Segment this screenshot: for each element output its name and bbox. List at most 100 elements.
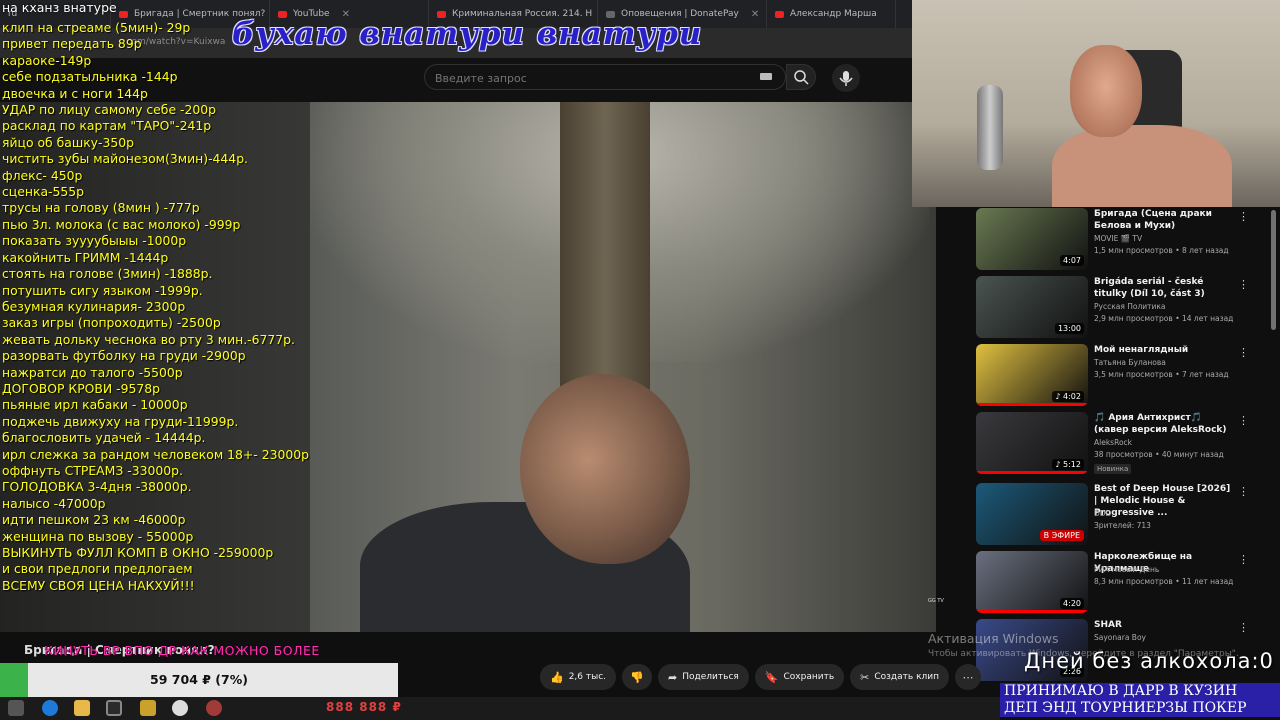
donation-price-list: клип на стреаме (5мин)- 29р привет переда… <box>2 20 309 594</box>
windows-activation-title: Активация Windows <box>928 631 1059 646</box>
share-button[interactable]: ➦ Поделиться <box>658 664 749 690</box>
donation-item: женщина по вызову - 55000р <box>2 528 194 544</box>
more-options-icon[interactable]: ⋮ <box>1238 485 1249 498</box>
save-label: Сохранить <box>783 672 835 682</box>
sidebar-scrollbar[interactable] <box>1271 210 1276 330</box>
more-actions-button[interactable]: ⋯ <box>955 664 982 690</box>
donation-item: какойнить ГРИММ -1444р <box>2 249 169 265</box>
taskbar-app-icon[interactable] <box>8 700 24 716</box>
donation-item: безумная кулинария- 2300р <box>2 298 186 314</box>
more-options-icon[interactable]: ⋮ <box>1238 553 1249 566</box>
video-thumbnail[interactable]: 4:20 <box>976 551 1088 613</box>
more-options-icon[interactable]: ⋮ <box>1238 278 1249 291</box>
save-button[interactable]: 🔖 Сохранить <box>754 664 845 690</box>
browser-tab[interactable]: Александр Марша <box>767 0 896 28</box>
video-meta: 1,5 млн просмотров • 8 лет назад <box>1094 246 1229 255</box>
recommended-video[interactable]: В ЭФИРЕ Best of Deep House [2026] | Melod… <box>976 483 1266 547</box>
webcam-microphone <box>977 85 1003 170</box>
video-meta: 8,3 млн просмотров • 11 лет назад <box>1094 577 1234 586</box>
video-thumbnail[interactable]: 4:07 <box>976 208 1088 270</box>
video-thumbnail[interactable]: В ЭФИРЕ <box>976 483 1088 545</box>
bookmark-icon: 🔖 <box>764 670 779 684</box>
search-icon <box>794 70 809 85</box>
channel-name[interactable]: DDD. <box>1094 509 1114 518</box>
video-thumbnail[interactable]: ♪ 4:02 <box>976 344 1088 406</box>
video-frame-person-head <box>520 374 690 564</box>
video-title: 🎵 Ария Антихрист🎵 (кавер версия AleksRoc… <box>1094 413 1227 435</box>
recommended-video[interactable]: 4:07 Бригада (Сцена драки Белова и Мухи) M… <box>976 208 1266 272</box>
youtube-icon <box>775 10 784 18</box>
more-options-icon[interactable]: ⋮ <box>1238 414 1249 427</box>
live-badge: В ЭФИРЕ <box>1039 530 1084 541</box>
video-meta: 2,9 млн просмотров • 14 лет назад <box>1094 314 1234 323</box>
donation-item: нажратси до талого -5500р <box>2 364 183 380</box>
channel-name[interactable]: Татьяна Буланова <box>1094 358 1166 367</box>
donation-item: разорвать футболку на груди -2900р <box>2 348 246 364</box>
donation-item: пьяные ирл кабаки - 10000р <box>2 397 188 413</box>
donation-goal-bar: 59 704 ₽ (7%) <box>0 663 398 697</box>
new-badge: Новинка <box>1094 464 1132 474</box>
duration-badge: ♪ 4:02 <box>1052 391 1084 402</box>
scissors-icon: ✂ <box>860 670 870 684</box>
donation-item: ГОЛОДОВКА 3-4дня -38000р. <box>2 479 192 495</box>
clip-button[interactable]: ✂ Создать клип <box>850 664 950 690</box>
edge-icon[interactable] <box>42 700 58 716</box>
donation-item: подж​ечь движуху на груди-11999р. <box>2 413 239 429</box>
like-count: 2,6 тыс. <box>568 672 607 682</box>
channel-name[interactable]: Русская Политика <box>1094 302 1166 311</box>
search-input[interactable] <box>433 69 757 87</box>
promo-line: ДЕП ЭНД ТОУРНИЕРЗЫ ПОКЕР <box>1004 700 1247 716</box>
chrome-icon[interactable] <box>106 700 122 716</box>
donation-item: сценка-555р <box>2 184 85 200</box>
thumbs-down-icon: 👎 <box>630 670 644 684</box>
donation-item: яйцо об башку-350р <box>2 134 134 150</box>
video-meta: 38 просмотров • 40 минут назад <box>1094 450 1224 459</box>
taskbar-app-icon[interactable] <box>172 700 188 716</box>
recommended-video[interactable]: 4:20 Нарколежбище на Уралмаше РИА Новый Де… <box>976 551 1266 615</box>
video-title: Best of Deep House [2026] | Melodic Hous… <box>1094 484 1231 518</box>
more-options-icon[interactable]: ⋮ <box>1238 210 1249 223</box>
recommended-video[interactable]: 13:00 Brigáda seriál - české titulky (Díl… <box>976 276 1266 340</box>
donation-item: налысо -47000р <box>2 495 106 511</box>
keyboard-icon[interactable] <box>760 73 772 80</box>
search-button[interactable] <box>786 64 816 90</box>
video-title: Brigáda seriál - české titulky (Díl 10, … <box>1094 277 1205 299</box>
donation-item: идти пешком 23 км -46000р <box>2 512 186 528</box>
money-counter: 888 888 ₽ <box>326 700 402 714</box>
video-thumbnail[interactable]: ♪ 5:12 <box>976 412 1088 474</box>
channel-name[interactable]: AleksRock <box>1094 438 1132 447</box>
recommended-video[interactable]: ♪ 4:02 Мой ненаглядный Татьяна Буланова 3,5… <box>976 344 1266 408</box>
youtube-icon <box>119 10 128 18</box>
donation-item: двоечка и с ноги 144р <box>2 85 148 101</box>
watch-progress-bar <box>976 610 1088 613</box>
watch-progress-bar <box>976 403 1088 406</box>
donation-item: оффнуть СТРЕАМЗ -33000р. <box>2 462 183 478</box>
video-title: SHAR <box>1094 620 1122 630</box>
recommended-video[interactable]: ♪ 5:12 🎵 Ария Антихрист🎵 (кавер версия Al… <box>976 412 1266 476</box>
obs-icon[interactable] <box>206 700 222 716</box>
webcam-person-body <box>1052 125 1232 207</box>
more-options-icon[interactable]: ⋮ <box>1238 346 1249 359</box>
donation-item: заказ игры (попроходить) -2500р <box>2 315 221 331</box>
channel-name[interactable]: РИА Новый День <box>1094 565 1159 574</box>
dislike-button[interactable]: 👎 <box>622 664 653 690</box>
channel-name[interactable]: Sayonara Boy <box>1094 633 1146 642</box>
voice-search-button[interactable] <box>832 64 860 92</box>
video-title: Бригада (Сцена драки Белова и Мухи) <box>1094 209 1212 231</box>
taskbar-app-icon[interactable] <box>140 700 156 716</box>
close-icon[interactable]: ✕ <box>751 9 759 20</box>
overlay-banner: бухаю внатури внатури <box>232 16 703 52</box>
donation-item: и свои предлоги предлогаем <box>2 561 193 577</box>
search-box[interactable] <box>424 64 786 90</box>
donation-item: ВСЕМУ СВОЯ ЦЕНА НАКХУЙ!!! <box>2 577 195 593</box>
channel-name[interactable]: MOVIE 🎬 TV <box>1094 234 1142 243</box>
donation-item: флекс- 450р <box>2 167 83 183</box>
like-button[interactable]: 👍 2,6 тыс. <box>540 664 617 690</box>
video-watermark: GG TV <box>928 598 944 604</box>
more-options-icon[interactable]: ⋮ <box>1238 621 1249 634</box>
video-thumbnail[interactable]: 13:00 <box>976 276 1088 338</box>
share-icon: ➦ <box>668 670 678 684</box>
folder-icon[interactable] <box>74 700 90 716</box>
microphone-icon <box>839 71 853 86</box>
overlay-scrolling-text: КИНУТЬ ВР ВПО ДР КАК МОЖНО БОЛЕЕ <box>44 643 320 658</box>
